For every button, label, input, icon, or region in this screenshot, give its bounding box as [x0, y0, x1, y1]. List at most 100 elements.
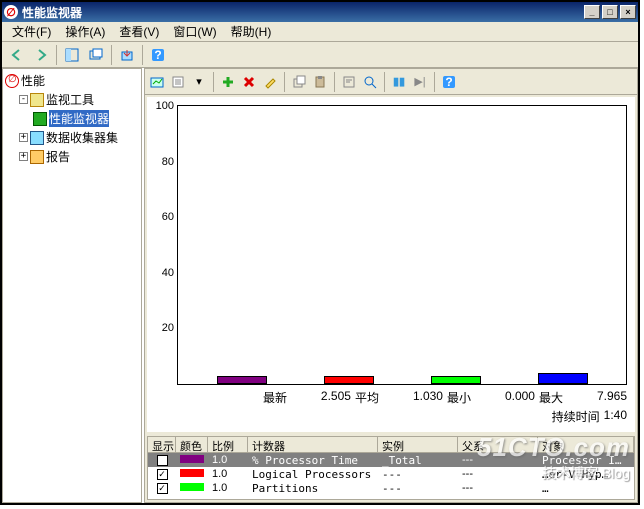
expand-icon[interactable]: +	[19, 152, 28, 161]
app-icon: ∅	[4, 5, 18, 19]
tree-monitor-tools[interactable]: -监视工具	[5, 90, 139, 109]
freeze-button[interactable]: ▮▮	[389, 72, 409, 92]
tree-collector[interactable]: +数据收集器集	[5, 128, 139, 147]
table-header: 显示 颜色 比例 计数器 实例 父系 对象	[148, 437, 634, 453]
help-button[interactable]: ?	[147, 44, 169, 66]
counter-table: 显示 颜色 比例 计数器 实例 父系 对象 ✓1.0% Processor Ti…	[147, 436, 635, 500]
update-button[interactable]: ▶|	[410, 72, 430, 92]
chart-area: 100 80 60 40 20 最新 2.505 平均 1.030 最小 0.0…	[147, 97, 635, 432]
menu-view[interactable]: 查看(V)	[113, 21, 165, 42]
report-icon	[30, 150, 44, 164]
color-swatch	[180, 483, 204, 491]
cell-counter: % Processor Time	[248, 454, 378, 467]
properties-button[interactable]	[339, 72, 359, 92]
svg-text:?: ?	[445, 75, 452, 89]
table-row[interactable]: ✓1.0Logical Processors------…er-V Hyp…	[148, 467, 634, 481]
add-button[interactable]	[218, 72, 238, 92]
col-show[interactable]: 显示	[148, 437, 176, 452]
col-color[interactable]: 颜色	[176, 437, 208, 452]
view-log-button[interactable]	[168, 72, 188, 92]
tree-root[interactable]: 性能	[5, 71, 139, 90]
col-object[interactable]: 对象	[538, 437, 634, 452]
cell-parent: ---	[458, 482, 538, 494]
chart-plot[interactable]: 100 80 60 40 20	[177, 105, 627, 385]
performance-icon	[5, 74, 19, 88]
min-value: 0.000	[475, 389, 535, 406]
avg-label: 平均	[355, 389, 379, 406]
show-hide-tree-button[interactable]	[61, 44, 83, 66]
duration-value: 1:40	[604, 408, 627, 425]
dropdown-icon[interactable]: ▾	[189, 72, 209, 92]
menu-help[interactable]: 帮助(H)	[225, 21, 278, 42]
cell-instance: ---	[378, 468, 458, 481]
color-swatch	[180, 455, 204, 463]
checkbox[interactable]: ✓	[157, 469, 168, 480]
cell-scale: 1.0	[208, 482, 248, 494]
new-window-button[interactable]	[85, 44, 107, 66]
col-counter[interactable]: 计数器	[248, 437, 378, 452]
back-button[interactable]	[6, 44, 28, 66]
maximize-button[interactable]: □	[602, 5, 618, 19]
color-swatch	[180, 469, 204, 477]
collapse-icon[interactable]: -	[19, 95, 28, 104]
titlebar: ∅ 性能监视器 _ □ ×	[2, 2, 638, 22]
tree-perf-monitor[interactable]: 性能监视器	[5, 109, 139, 128]
highlight-button[interactable]	[260, 72, 280, 92]
menu-file[interactable]: 文件(F)	[6, 21, 57, 42]
latest-label: 最新	[263, 389, 287, 406]
chart-bar	[431, 376, 481, 384]
cell-instance: _Total	[378, 454, 458, 467]
col-parent[interactable]: 父系	[458, 437, 538, 452]
minimize-button[interactable]: _	[584, 5, 600, 19]
cell-scale: 1.0	[208, 468, 248, 480]
checkbox[interactable]: ✓	[157, 455, 168, 466]
ytick: 40	[162, 267, 174, 279]
expand-icon[interactable]: +	[19, 133, 28, 142]
max-label: 最大	[539, 389, 563, 406]
folder-icon	[30, 93, 44, 107]
monitor-icon	[33, 112, 47, 126]
duration-label: 持续时间	[552, 408, 600, 425]
chart-bar	[324, 376, 374, 384]
avg-value: 1.030	[383, 389, 443, 406]
collector-icon	[30, 131, 44, 145]
paste-button[interactable]	[310, 72, 330, 92]
tree-pane: 性能 -监视工具 性能监视器 +数据收集器集 +报告	[2, 68, 142, 503]
cell-parent: ---	[458, 454, 538, 466]
forward-button[interactable]	[30, 44, 52, 66]
menu-window[interactable]: 窗口(W)	[167, 21, 222, 42]
col-instance[interactable]: 实例	[378, 437, 458, 452]
menubar: 文件(F) 操作(A) 查看(V) 窗口(W) 帮助(H)	[2, 22, 638, 42]
cell-scale: 1.0	[208, 454, 248, 466]
perf-toolbar: ▾ ▮▮ ▶| ?	[145, 69, 637, 95]
tree-reports[interactable]: +报告	[5, 147, 139, 166]
ytick: 80	[162, 156, 174, 168]
delete-button[interactable]	[239, 72, 259, 92]
latest-value: 2.505	[291, 389, 351, 406]
help-icon[interactable]: ?	[439, 72, 459, 92]
cell-counter: Logical Processors	[248, 468, 378, 481]
cell-counter: Partitions	[248, 482, 378, 495]
cell-object: …er-V Hyp…	[538, 468, 634, 481]
main-toolbar: ?	[2, 42, 638, 68]
chart-bar	[538, 373, 588, 384]
svg-text:?: ?	[154, 48, 161, 62]
close-button[interactable]: ×	[620, 5, 636, 19]
cell-object: Processor I…	[538, 454, 634, 467]
checkbox[interactable]: ✓	[157, 483, 168, 494]
max-value: 7.965	[567, 389, 627, 406]
export-button[interactable]	[116, 44, 138, 66]
ytick: 60	[162, 211, 174, 223]
cell-instance: ---	[378, 482, 458, 495]
view-current-button[interactable]	[147, 72, 167, 92]
stats-row: 最新 2.505 平均 1.030 最小 0.000 最大 7.965	[177, 385, 627, 408]
zoom-button[interactable]	[360, 72, 380, 92]
menu-action[interactable]: 操作(A)	[59, 21, 111, 42]
min-label: 最小	[447, 389, 471, 406]
copy-button[interactable]	[289, 72, 309, 92]
col-scale[interactable]: 比例	[208, 437, 248, 452]
main-pane: ▾ ▮▮ ▶| ? 100	[144, 68, 638, 503]
table-row[interactable]: ✓ 1.0% Processor Time_Total---Processor I…	[148, 453, 634, 467]
window-title: 性能监视器	[22, 4, 584, 21]
table-row[interactable]: ✓1.0Partitions------…	[148, 481, 634, 495]
